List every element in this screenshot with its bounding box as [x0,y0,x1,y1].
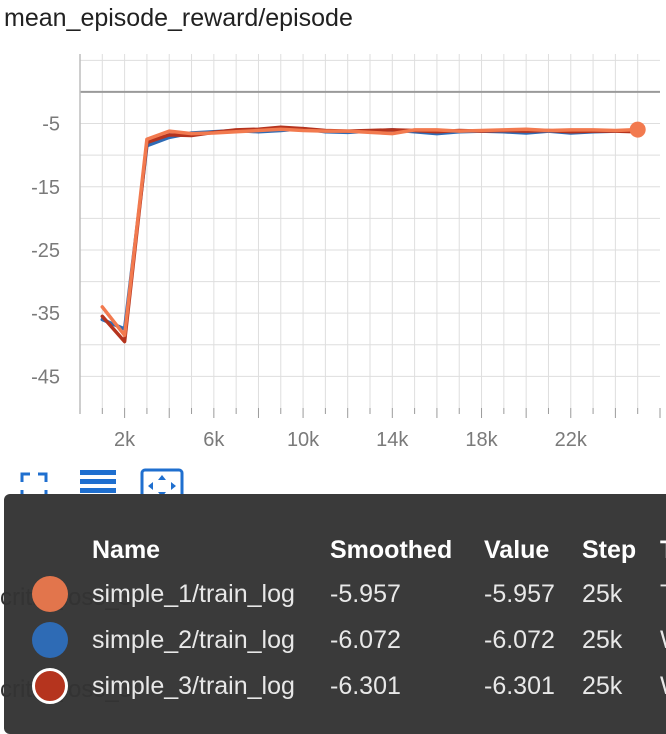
x-tick-label: 6k [203,429,225,451]
x-tick-label: 2k [114,429,136,451]
x-tick-label: 10k [287,429,320,451]
x-tick-label: 18k [465,429,498,451]
y-tick-label: -35 [31,303,60,325]
tooltip-header-name: Name [92,536,161,564]
row-value: -5.957 [484,580,555,608]
y-tick-label: -45 [31,366,60,388]
chart-grid [79,54,660,408]
series-swatch [32,668,68,704]
series-swatch [32,622,68,658]
y-tick-label: -15 [31,177,60,199]
y-tick-label: -25 [31,240,60,262]
tooltip-header-value: Value [484,536,550,564]
row-value: -6.301 [484,672,555,700]
line-chart[interactable]: -5 -15 -25 -35 -45 2k 6k 10k 14k 18k 22k [0,0,666,470]
data-point-marker [629,121,646,138]
row-step: 25k [582,626,623,654]
row-time: W [660,626,666,655]
row-smoothed: -6.072 [330,626,401,654]
chart-ticks: -5 -15 -25 -35 -45 2k 6k 10k 14k 18k 22k [31,114,661,451]
row-step: 25k [582,672,623,700]
tooltip-header-time: T [660,536,666,565]
tooltip-header-step: Step [582,536,637,564]
tooltip-header-smoothed: Smoothed [330,536,453,564]
row-time: W [660,672,666,701]
row-value: -6.072 [484,626,555,654]
row-name: simple_2/train_log [92,626,295,654]
x-tick-label: 14k [376,429,409,451]
row-name: simple_3/train_log [92,672,295,700]
y-tick-label: -5 [42,114,60,136]
row-step: 25k [582,580,623,608]
row-smoothed: -6.301 [330,672,401,700]
chart-series [100,121,646,344]
row-name: simple_1/train_log [92,580,295,608]
row-time: T [660,580,666,609]
row-smoothed: -5.957 [330,580,401,608]
x-tick-label: 22k [555,429,588,451]
series-swatch [32,576,68,612]
